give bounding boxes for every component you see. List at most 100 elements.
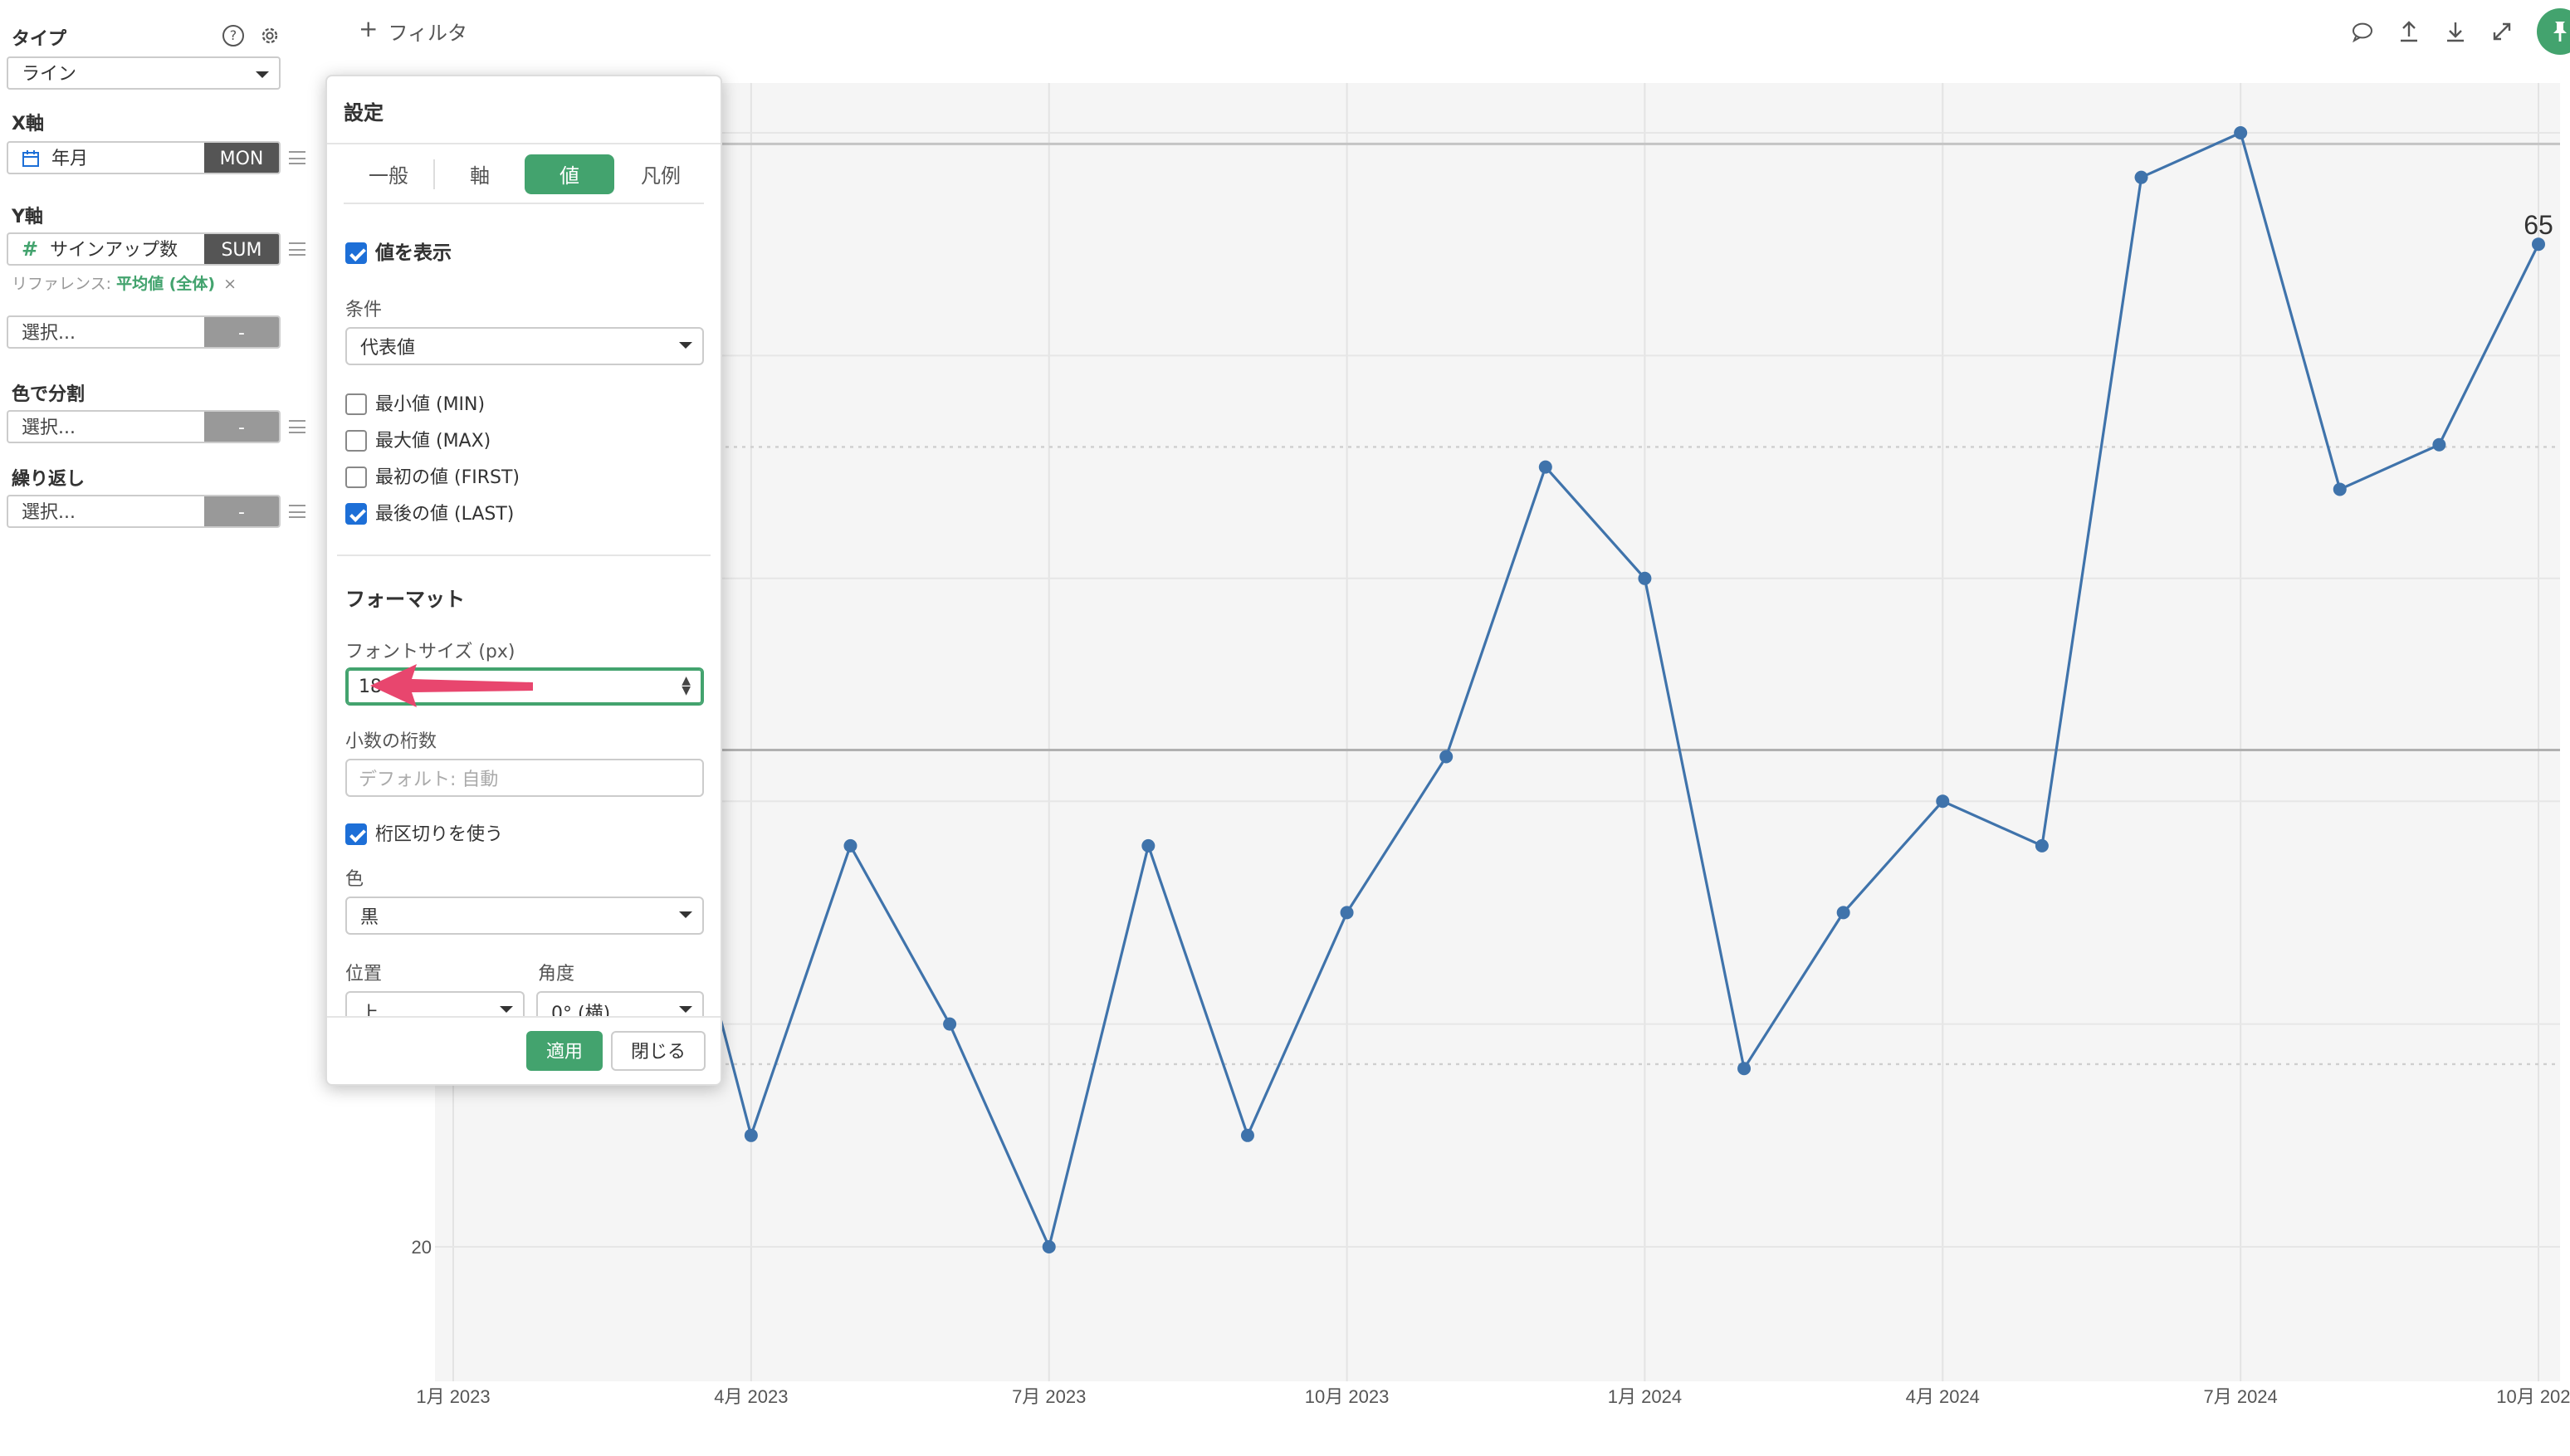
extra-field-button[interactable]: - xyxy=(204,317,279,347)
close-button[interactable]: 閉じる xyxy=(611,1031,706,1071)
color-split-placeholder: 選択... xyxy=(22,417,76,438)
angle-label: 角度 xyxy=(538,963,574,985)
settings-popover: 設定 一般 軸 値 凡例 値を表示 条件 代表値 最小値 (MIN) 最大値 (… xyxy=(325,75,722,1086)
chevron-down-icon xyxy=(500,1006,513,1013)
repeat-select[interactable]: 選択... - xyxy=(7,495,281,528)
extra-field-placeholder: 選択... xyxy=(22,322,76,344)
type-title-icons: ? xyxy=(222,25,281,46)
option-label: 最初の値 (FIRST) xyxy=(375,467,520,488)
data-point xyxy=(744,1128,758,1142)
y-tick-label: 20 xyxy=(412,1237,432,1258)
thousands-separator-checkbox[interactable]: 桁区切りを使う xyxy=(345,820,503,847)
tab-axis[interactable]: 軸 xyxy=(435,154,525,194)
x-tick-label: 4月 2024 xyxy=(1906,1386,1980,1407)
checkbox-icon xyxy=(345,429,367,451)
color-value: 黒 xyxy=(360,906,379,927)
x-axis-drag-handle-icon[interactable] xyxy=(289,151,305,164)
reference-remove-icon[interactable]: × xyxy=(223,276,237,294)
y-axis-field-name: サインアップ数 xyxy=(50,239,178,261)
filter-button[interactable]: + フィルタ xyxy=(359,18,467,46)
chevron-down-icon xyxy=(679,1006,692,1013)
data-point xyxy=(843,838,857,853)
comment-icon[interactable] xyxy=(2351,20,2374,43)
x-axis-field-name: 年月 xyxy=(51,148,88,169)
color-label: 色 xyxy=(345,868,364,890)
reference-label: リファレンス: xyxy=(12,276,112,294)
x-tick-label: 7月 2023 xyxy=(1012,1386,1086,1407)
data-point xyxy=(1042,1240,1056,1253)
checkbox-checked-icon xyxy=(345,242,367,263)
x-tick-label: 1月 2023 xyxy=(416,1386,490,1407)
repeat-title: 繰り返し xyxy=(12,468,85,490)
repeat-drag-handle-icon[interactable] xyxy=(289,505,305,518)
data-point xyxy=(1836,906,1850,920)
decimals-placeholder: デフォルト: 自動 xyxy=(359,768,499,789)
option-last-checkbox[interactable]: 最後の値 (LAST) xyxy=(345,500,514,526)
hash-icon: # xyxy=(22,237,39,261)
data-point xyxy=(943,1017,957,1031)
checkbox-checked-icon xyxy=(345,502,367,524)
x-tick-label: 10月 2024 xyxy=(2496,1386,2570,1407)
repeat-button[interactable]: - xyxy=(204,496,279,526)
divider xyxy=(337,555,711,556)
option-label: 最小値 (MIN) xyxy=(375,393,486,415)
chevron-down-icon xyxy=(679,911,692,918)
left-panel: タイプ ? ライン X軸 年月 MON Y軸 # サインアップ数 SUM リファ… xyxy=(0,0,324,1456)
show-values-checkbox[interactable]: 値を表示 xyxy=(345,239,452,266)
option-label: 最後の値 (LAST) xyxy=(375,503,515,525)
y-axis-ticks: 20 xyxy=(412,1237,432,1258)
x-axis-aggregation-button[interactable]: MON xyxy=(204,143,279,173)
reference-value-link[interactable]: 平均値 (全体) xyxy=(116,276,215,294)
x-axis-ticks: 1月 2023 4月 2023 7月 2023 10月 2023 1月 2024 4月 2… xyxy=(416,1386,2570,1407)
settings-tabs: 一般 軸 値 凡例 xyxy=(344,154,706,194)
gear-icon[interactable] xyxy=(259,25,281,46)
x-tick-label: 1月 2024 xyxy=(1608,1386,1682,1407)
data-point xyxy=(1538,460,1552,474)
chevron-down-icon xyxy=(679,342,692,349)
y-axis-field[interactable]: # サインアップ数 SUM xyxy=(7,232,281,266)
tab-values[interactable]: 値 xyxy=(525,154,614,194)
stepper-icon[interactable]: ▲ ▼ xyxy=(682,675,691,696)
position-label: 位置 xyxy=(345,963,382,985)
x-tick-label: 10月 2023 xyxy=(1305,1386,1390,1407)
option-first-checkbox[interactable]: 最初の値 (FIRST) xyxy=(345,463,520,490)
thousands-separator-label: 桁区切りを使う xyxy=(375,823,503,845)
tab-legend[interactable]: 凡例 xyxy=(616,154,706,194)
repeat-placeholder: 選択... xyxy=(22,501,76,523)
calendar-icon xyxy=(22,149,39,166)
option-label: 最大値 (MAX) xyxy=(375,430,491,452)
chart-toolbar xyxy=(2351,8,2570,55)
x-axis-title: X軸 xyxy=(12,113,44,134)
option-min-checkbox[interactable]: 最小値 (MIN) xyxy=(345,390,485,417)
x-axis-field[interactable]: 年月 MON xyxy=(7,141,281,174)
upload-icon[interactable] xyxy=(2397,20,2421,43)
apply-button[interactable]: 適用 xyxy=(526,1031,603,1071)
color-select[interactable]: 黒 xyxy=(345,897,704,935)
help-icon[interactable]: ? xyxy=(222,25,244,46)
y-axis-drag-handle-icon[interactable] xyxy=(289,242,305,256)
chevron-down-icon xyxy=(256,71,269,78)
annotation-arrow-icon xyxy=(370,664,533,707)
condition-select[interactable]: 代表値 xyxy=(345,327,704,365)
expand-icon[interactable] xyxy=(2490,20,2514,43)
color-split-drag-handle-icon[interactable] xyxy=(289,420,305,433)
color-split-button[interactable]: - xyxy=(204,412,279,442)
color-split-select[interactable]: 選択... - xyxy=(7,410,281,443)
option-max-checkbox[interactable]: 最大値 (MAX) xyxy=(345,427,491,453)
pin-icon[interactable] xyxy=(2537,8,2570,55)
popover-title: 設定 xyxy=(344,101,384,125)
data-point xyxy=(2234,126,2248,139)
format-title: フォーマット xyxy=(345,588,466,611)
data-point xyxy=(2134,170,2148,184)
decimals-input[interactable]: デフォルト: 自動 xyxy=(345,759,704,797)
y-axis-aggregation-button[interactable]: SUM xyxy=(204,234,279,264)
chart-type-select[interactable]: ライン xyxy=(7,56,281,90)
last-value-label: 65 xyxy=(2524,210,2553,240)
extra-field-select[interactable]: 選択... - xyxy=(7,315,281,349)
data-point xyxy=(2035,838,2049,853)
tab-general[interactable]: 一般 xyxy=(344,154,433,194)
data-point xyxy=(1936,794,1950,809)
download-icon[interactable] xyxy=(2444,20,2467,43)
data-point xyxy=(1737,1062,1752,1076)
plus-icon: + xyxy=(359,17,379,43)
